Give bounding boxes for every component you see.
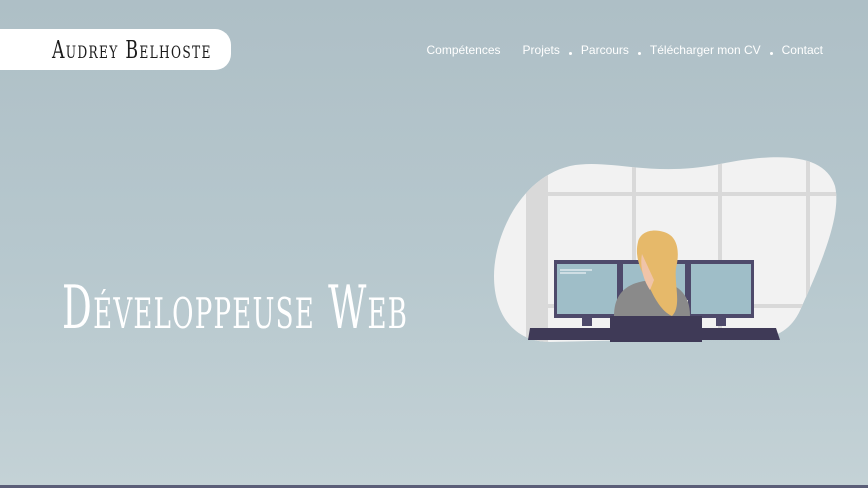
main-nav: Compétences Projets Parcours Télécharger… [426, 41, 823, 59]
window-frame [806, 157, 810, 342]
hero-title: Développeuse Web [62, 273, 409, 343]
nav-link-competences[interactable]: Compétences [426, 41, 500, 59]
nav-separator-dot [637, 51, 641, 55]
desk [528, 328, 780, 340]
monitor-right-screen [691, 264, 751, 314]
developer-illustration [494, 157, 837, 342]
nav-link-contact[interactable]: Contact [782, 41, 823, 59]
nav-separator-dot [568, 51, 572, 55]
nav-separator-dot [769, 51, 773, 55]
nav-link-cv[interactable]: Télécharger mon CV [650, 41, 761, 59]
window-wall [526, 157, 548, 342]
window-frame [548, 192, 837, 196]
nav-link-projets[interactable]: Projets [523, 41, 560, 59]
monitor-left-screen [557, 264, 617, 314]
nav-link-parcours[interactable]: Parcours [581, 41, 629, 59]
site-logo[interactable]: Audrey Belhoste [52, 33, 212, 67]
